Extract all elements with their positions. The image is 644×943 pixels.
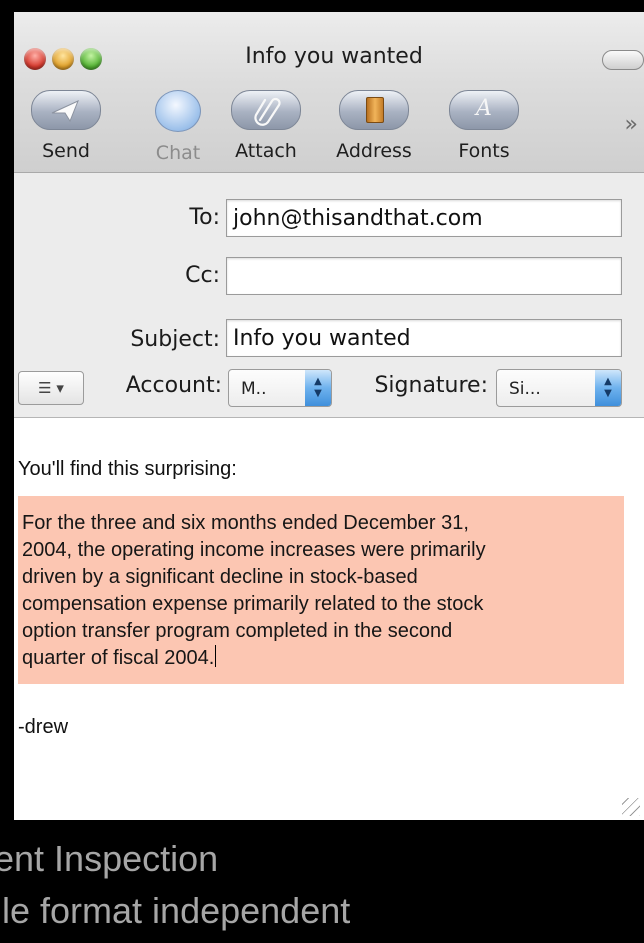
address-button[interactable]: Address [334, 90, 414, 162]
message-body[interactable]: You'll find this surprising: For the thr… [14, 418, 644, 820]
fonts-button[interactable]: A Fonts [444, 90, 524, 162]
window-title: Info you wanted [245, 44, 423, 69]
signature-popup[interactable]: Si... ▲ ▼ [496, 369, 622, 407]
popup-stepper-icon: ▲ ▼ [305, 370, 331, 406]
to-field[interactable]: john@thisandthat.com [226, 199, 622, 237]
fonts-label: Fonts [458, 140, 510, 162]
to-label: To: [189, 205, 220, 230]
message-signoff: -drew [18, 716, 69, 738]
message-header-fields: To: john@thisandthat.com Cc: Subject: In… [14, 173, 644, 418]
toolbar-toggle-button[interactable] [602, 50, 644, 70]
chat-icon [155, 90, 201, 132]
signature-label: Signature: [374, 373, 488, 398]
account-popup[interactable]: M.. ▲ ▼ [228, 369, 332, 407]
mail-compose-window: Info you wanted Send Chat Attach Address… [14, 12, 644, 820]
header-options-menu-button[interactable]: ☰ ▾ [18, 371, 84, 405]
address-book-icon [339, 90, 409, 130]
popup-stepper-icon: ▲ ▼ [595, 370, 621, 406]
attach-button[interactable]: Attach [226, 90, 306, 162]
background-slide-text-2: ile format independent [0, 890, 351, 931]
background-slide-text-1: ent Inspection [0, 838, 219, 879]
fonts-icon: A [449, 90, 519, 130]
address-label: Address [336, 140, 412, 162]
chat-button[interactable]: Chat [138, 90, 218, 164]
window-toolbar: Info you wanted Send Chat Attach Address… [14, 12, 644, 173]
resize-grip-icon[interactable] [622, 798, 640, 816]
cc-field[interactable] [226, 257, 622, 295]
subject-field[interactable]: Info you wanted [226, 319, 622, 357]
send-icon [31, 90, 101, 130]
account-value: M.. [241, 379, 267, 399]
account-label: Account: [125, 373, 222, 398]
attach-icon [231, 90, 301, 130]
minimize-window-button[interactable] [52, 48, 74, 70]
send-label: Send [42, 140, 90, 162]
signature-value: Si... [509, 379, 541, 399]
subject-label: Subject: [130, 327, 220, 352]
attach-label: Attach [235, 140, 297, 162]
text-caret [215, 645, 217, 667]
zoom-window-button[interactable] [80, 48, 102, 70]
close-window-button[interactable] [24, 48, 46, 70]
toolbar-overflow-chevron-icon[interactable]: » [625, 112, 638, 137]
send-button[interactable]: Send [26, 90, 106, 162]
highlighted-quote: For the three and six months ended Decem… [18, 496, 624, 684]
message-intro: You'll find this surprising: [18, 458, 237, 480]
quote-text: For the three and six months ended Decem… [22, 512, 486, 669]
chat-label: Chat [155, 142, 201, 164]
cc-label: Cc: [185, 263, 220, 288]
